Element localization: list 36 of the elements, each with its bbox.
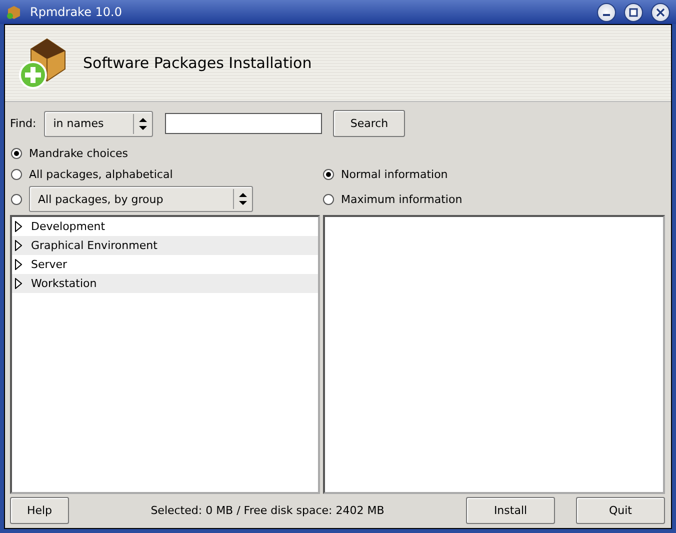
- close-icon: [656, 8, 665, 16]
- radio-button[interactable]: [11, 194, 22, 204]
- radio-label: Mandrake choices: [29, 147, 128, 160]
- header-title: Software Packages Installation: [83, 54, 312, 72]
- help-button[interactable]: Help: [10, 497, 69, 524]
- radio-button[interactable]: [323, 168, 334, 180]
- expand-arrow-icon[interactable]: [15, 259, 22, 270]
- radio-button[interactable]: [11, 148, 22, 159]
- group-dropdown[interactable]: All packages, by group: [29, 186, 253, 212]
- radio-button[interactable]: [323, 194, 334, 204]
- maximize-button[interactable]: [624, 2, 643, 22]
- find-label: Find:: [10, 117, 36, 130]
- close-button[interactable]: [651, 2, 670, 22]
- search-mode-dropdown[interactable]: in names: [44, 110, 154, 136]
- quit-button[interactable]: Quit: [576, 497, 665, 524]
- expand-arrow-icon[interactable]: [15, 221, 22, 232]
- search-button[interactable]: Search: [333, 110, 406, 137]
- radio-label: Normal information: [341, 168, 448, 180]
- window-title: Rpmdrake 10.0: [30, 5, 123, 19]
- package-icon: [6, 5, 22, 19]
- tree-item[interactable]: Server: [31, 258, 68, 271]
- minimize-icon: [603, 14, 610, 16]
- maximize-icon: [629, 8, 638, 16]
- search-field[interactable]: [165, 113, 322, 134]
- status-text: Selected: 0 MB / Free disk space: 2402 MB: [150, 504, 386, 517]
- radio-label: All packages, alphabetical: [29, 168, 173, 181]
- tree-item[interactable]: Workstation: [31, 277, 97, 290]
- minimize-button[interactable]: [597, 2, 616, 22]
- expand-arrow-icon[interactable]: [15, 278, 22, 289]
- radio-label: Maximum information: [341, 192, 462, 206]
- expand-arrow-icon[interactable]: [15, 240, 22, 251]
- spin-arrows-icon: [139, 118, 148, 130]
- radio-button[interactable]: [11, 169, 22, 180]
- install-button[interactable]: Install: [466, 497, 555, 524]
- spin-arrows-icon: [239, 193, 247, 205]
- tree-item[interactable]: Development: [31, 220, 106, 233]
